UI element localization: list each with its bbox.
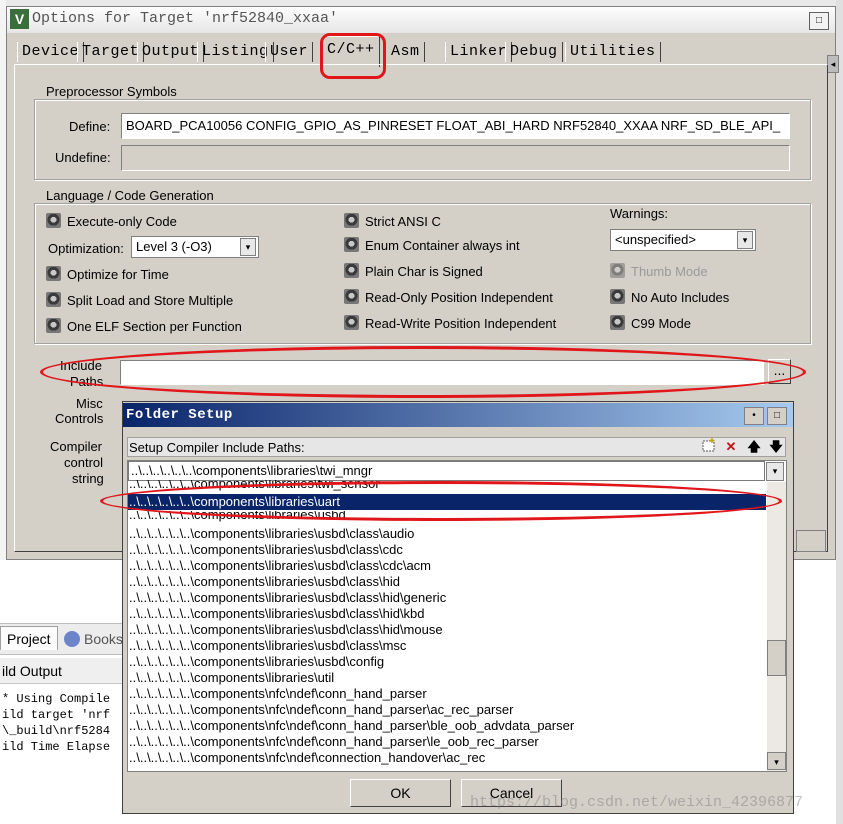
no-auto-includes-label: No Auto Includes	[631, 290, 730, 305]
warnings-label: Warnings:	[610, 206, 669, 221]
rw-pi-label: Read-Write Position Independent	[365, 316, 557, 331]
build-output-line: * Using Compile	[2, 692, 111, 706]
no-auto-includes-checkbox[interactable]	[610, 289, 625, 304]
one-elf-label: One ELF Section per Function	[67, 319, 242, 334]
project-tab[interactable]: Project	[0, 626, 58, 650]
one-elf-checkbox[interactable]	[46, 318, 61, 333]
help-button-partial[interactable]	[796, 530, 826, 552]
undefine-field[interactable]	[121, 145, 790, 171]
list-item[interactable]: ..\..\..\..\..\..\components\nfc\ndef\co…	[129, 718, 574, 734]
list-item[interactable]: ..\..\..\..\..\..\components\libraries\u…	[129, 670, 334, 686]
enum-int-checkbox[interactable]	[344, 237, 359, 252]
books-tab[interactable]: Books	[62, 628, 128, 650]
list-item[interactable]: ..\..\..\..\..\..\components\libraries\u…	[129, 558, 431, 574]
list-item[interactable]: ..\..\..\..\..\..\components\libraries\u…	[129, 622, 443, 638]
warnings-value: <unspecified>	[615, 232, 696, 247]
list-item[interactable]: ..\..\..\..\..\..\components\nfc\ndef\co…	[129, 702, 513, 718]
tab-output[interactable]: Output	[137, 42, 205, 62]
ro-pi-checkbox[interactable]	[344, 289, 359, 304]
preprocessor-group-label: Preprocessor Symbols	[42, 84, 181, 99]
split-load-label: Split Load and Store Multiple	[67, 293, 234, 308]
c99-mode-label: C99 Mode	[631, 316, 691, 331]
enum-int-label: Enum Container always int	[365, 238, 520, 253]
list-item[interactable]: ..\..\..\..\..\..\components\libraries\u…	[129, 654, 384, 670]
close-icon[interactable]: □	[809, 12, 829, 30]
thumb-mode-checkbox	[610, 263, 625, 278]
list-item[interactable]: ..\..\..\..\..\..\components\nfc\ndef\co…	[129, 750, 485, 766]
optimize-time-checkbox[interactable]	[46, 266, 61, 281]
move-up-icon[interactable]: 🡅	[745, 438, 763, 456]
ro-pi-label: Read-Only Position Independent	[365, 290, 553, 305]
optimization-value: Level 3 (-O3)	[136, 239, 212, 254]
strict-ansi-label: Strict ANSI C	[365, 214, 441, 229]
c99-mode-checkbox[interactable]	[610, 315, 625, 330]
define-label: Define:	[69, 119, 111, 134]
split-load-checkbox[interactable]	[46, 292, 61, 307]
misc-controls-label-line1: Misc	[76, 396, 103, 411]
delete-icon[interactable]: ✕	[722, 438, 740, 456]
plain-char-checkbox[interactable]	[344, 263, 359, 278]
move-down-icon[interactable]: 🡇	[767, 438, 785, 456]
execute-only-checkbox[interactable]	[46, 213, 61, 228]
tab-target[interactable]: Target	[77, 42, 145, 62]
list-item[interactable]: ..\..\..\..\..\..\components\libraries\u…	[129, 542, 403, 558]
list-item[interactable]: ..\..\..\..\..\..\components\libraries\u…	[129, 606, 425, 622]
plain-char-label: Plain Char is Signed	[365, 264, 483, 279]
undefine-label: Undefine:	[55, 150, 111, 165]
highlight-ellipse-include-paths	[40, 346, 806, 398]
folder-setup-title: Folder Setup	[126, 407, 233, 423]
define-field[interactable]: BOARD_PCA10056 CONFIG_GPIO_AS_PINRESET F…	[121, 113, 790, 139]
list-item[interactable]: ..\..\..\..\..\..\components\libraries\u…	[129, 638, 406, 654]
strict-ansi-checkbox[interactable]	[344, 213, 359, 228]
tab-asm[interactable]: Asm	[387, 42, 425, 62]
highlight-ellipse-uart	[100, 481, 782, 521]
list-item[interactable]: ..\..\..\..\..\..\components\nfc\ndef\co…	[129, 734, 539, 750]
build-output-line: \_build\nrf5284	[2, 724, 111, 738]
list-item[interactable]: ..\..\..\..\..\..\components\libraries\u…	[129, 526, 414, 542]
optimization-label: Optimization:	[48, 241, 124, 256]
dialog-title: Options for Target 'nrf52840_xxaa'	[32, 10, 339, 27]
ok-button[interactable]: OK	[350, 779, 451, 807]
compiler-control-label-line1: Compiler	[50, 439, 103, 454]
thumb-mode-label: Thumb Mode	[631, 264, 708, 279]
help-icon[interactable]: •	[744, 407, 764, 425]
ide-right-edge	[836, 0, 843, 824]
browse-folder-icon[interactable]: ▾	[766, 462, 784, 481]
tab-utilities[interactable]: Utilities	[565, 42, 661, 62]
tab-linker[interactable]: Linker	[445, 42, 513, 62]
highlight-ellipse-tab	[320, 33, 386, 79]
rw-pi-checkbox[interactable]	[344, 315, 359, 330]
build-output-line: ild target 'nrf	[2, 708, 111, 722]
language-group-label: Language / Code Generation	[42, 188, 218, 203]
chevron-down-icon[interactable]: ▾	[240, 238, 256, 256]
tab-device[interactable]: Device	[17, 42, 85, 62]
build-output-header: ild Output	[0, 658, 122, 684]
list-item[interactable]: ..\..\..\..\..\..\components\libraries\u…	[129, 574, 400, 590]
compiler-control-label-line3: string	[72, 471, 104, 486]
chevron-down-icon[interactable]: ▾	[737, 231, 753, 249]
misc-controls-label-line2: Controls	[55, 411, 104, 426]
new-folder-icon[interactable]	[700, 438, 718, 456]
scrollbar-thumb[interactable]	[767, 640, 786, 676]
build-output-line: ild Time Elapse	[2, 740, 111, 754]
include-path-edit-field[interactable]: ..\..\..\..\..\..\components\libraries\t…	[128, 461, 765, 481]
list-item[interactable]: ..\..\..\..\..\..\components\nfc\ndef\co…	[129, 686, 427, 702]
tab-debug[interactable]: Debug	[505, 42, 563, 62]
uvision-icon: V	[10, 9, 29, 29]
tab-user[interactable]: User	[265, 42, 314, 62]
include-list-header-label: Setup Compiler Include Paths:	[129, 440, 305, 455]
list-scrollbar[interactable]	[767, 482, 786, 771]
close-icon[interactable]: □	[767, 407, 787, 425]
chevron-down-icon[interactable]: ▾	[767, 752, 786, 770]
books-tab-label: Books	[84, 631, 123, 647]
tab-scroll-icon[interactable]: ◂	[827, 55, 839, 73]
compiler-control-label-line2: control	[64, 455, 104, 470]
execute-only-label: Execute-only Code	[67, 214, 177, 229]
warnings-select[interactable]: <unspecified>	[610, 229, 756, 251]
optimize-time-label: Optimize for Time	[67, 267, 169, 282]
list-item[interactable]: ..\..\..\..\..\..\components\libraries\u…	[129, 590, 446, 606]
tab-listing[interactable]: Listing	[197, 42, 274, 62]
watermark: https://blog.csdn.net/weixin_42396877	[470, 794, 804, 811]
